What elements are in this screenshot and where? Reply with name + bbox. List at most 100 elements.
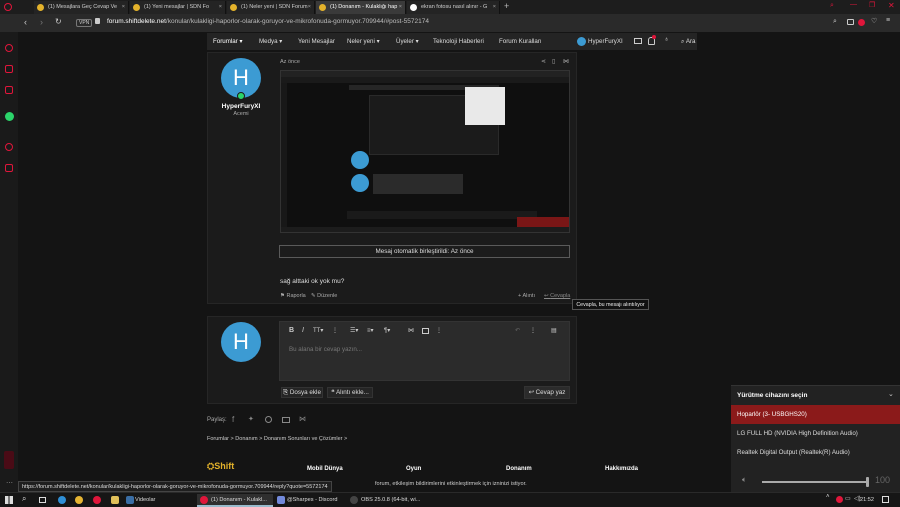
chrome-icon[interactable] (75, 496, 83, 504)
browser-menu-icon[interactable] (4, 3, 12, 11)
attach-file-button[interactable]: ⎘ Dosya ekle (281, 387, 323, 398)
image-icon[interactable] (422, 328, 429, 334)
heart-icon[interactable]: ♡ (871, 17, 877, 25)
twitter-icon[interactable]: ✦ (248, 415, 254, 423)
whatsapp-icon[interactable] (5, 112, 14, 121)
reply-button[interactable]: ↩ Cevapla (544, 293, 570, 299)
nav-item-kurallar[interactable]: Forum Kuralları (499, 38, 542, 45)
edge-icon[interactable] (58, 496, 66, 504)
link-icon[interactable]: ⋈ (563, 58, 569, 65)
font-size-icon[interactable]: TT▾ (313, 327, 323, 334)
report-link[interactable]: ⚑ Raporla (280, 293, 306, 299)
breadcrumb-item[interactable]: Donanım Sorunları ve Çözümler (264, 436, 343, 442)
bag-icon[interactable] (5, 65, 13, 73)
reload-icon[interactable]: ↻ (55, 17, 62, 26)
taskbar-app-obs[interactable]: OBS 25.0.8 (64-bit, wi... (361, 495, 420, 506)
close-icon[interactable]: × (219, 1, 222, 14)
paragraph-icon[interactable]: ¶▾ (384, 327, 390, 334)
speaker-icon[interactable]: 🔈︎ (742, 475, 747, 485)
breadcrumb-item[interactable]: Forumlar (207, 436, 229, 442)
volume-thumb[interactable] (866, 477, 869, 487)
post-reply-button[interactable]: ↩ Cevap yaz (524, 386, 570, 399)
search-icon[interactable]: ⌕ (22, 494, 26, 504)
tray-chevron-icon[interactable]: ˄ (826, 494, 830, 500)
chevron-down-icon[interactable]: ⌄ (888, 390, 894, 398)
twitch-icon[interactable] (5, 86, 13, 94)
align-icon[interactable]: ≡▾ (367, 327, 374, 334)
close-icon[interactable]: × (493, 1, 496, 14)
network-icon[interactable]: ▭ (845, 495, 851, 502)
post-username[interactable]: HyperFuryXI (207, 103, 275, 110)
post-time[interactable]: Az önce (280, 59, 300, 65)
search-tabs-icon[interactable]: ⌕ (830, 2, 834, 10)
preview-icon[interactable]: ▤ (551, 327, 557, 334)
vpn-badge[interactable]: VPN (76, 19, 93, 27)
obs-icon[interactable] (350, 496, 358, 504)
lightbulb-icon[interactable]: ♁ (664, 36, 669, 43)
minimize-icon[interactable]: — (850, 1, 857, 8)
search-icon[interactable]: ⌕ (833, 18, 837, 26)
forward-icon[interactable]: › (40, 17, 43, 27)
more-options-icon[interactable]: ⋮ (332, 327, 338, 334)
nav-item-teknoloji[interactable]: Teknoloji Haberleri (433, 38, 484, 45)
avatar[interactable] (577, 37, 586, 46)
whatsapp-icon[interactable] (265, 416, 272, 423)
maximize-icon[interactable]: ❐ (869, 1, 875, 9)
explorer-icon[interactable] (111, 496, 119, 504)
mail-icon[interactable] (634, 38, 642, 44)
list-icon[interactable]: ☰▾ (350, 327, 358, 334)
notification-icon[interactable] (882, 496, 889, 503)
opera-icon[interactable] (93, 496, 101, 504)
back-icon[interactable]: ‹ (24, 17, 27, 27)
breadcrumb-item[interactable]: Donanım (235, 436, 257, 442)
tab[interactable]: (1) Yeni mesajlar | SDN Fo × (130, 1, 226, 14)
menu-icon[interactable]: ≡ (886, 17, 890, 24)
task-view-icon[interactable] (39, 497, 46, 503)
facebook-icon[interactable]: f (232, 415, 234, 424)
nav-item-yeni-mesajlar[interactable]: Yeni Mesajlar (298, 38, 335, 45)
link-icon[interactable]: ⋈ (408, 327, 414, 334)
device-option[interactable]: LG FULL HD (NVIDIA High Definition Audio… (731, 424, 900, 443)
taskbar-app-discord[interactable]: @Sharpes - Discord (287, 495, 337, 506)
tab[interactable]: ekran fotosu nasıl alınır - G × (407, 1, 500, 14)
speed-dial-icon[interactable] (5, 44, 13, 52)
camera-icon[interactable] (847, 19, 854, 25)
tab-active[interactable]: (1) Donanım - Kulaklığı hap × (316, 1, 406, 14)
email-icon[interactable] (282, 417, 290, 423)
volume-slider[interactable] (762, 477, 869, 487)
link-icon[interactable]: ⋈ (299, 415, 306, 423)
discord-icon[interactable] (277, 496, 285, 504)
nav-item-forumlar[interactable]: Forumlar ▾ (213, 38, 243, 45)
bold-icon[interactable]: B (289, 327, 294, 334)
more-options-icon[interactable]: ⋮ (436, 327, 442, 334)
box-icon[interactable] (5, 164, 13, 172)
video-app-icon[interactable] (126, 496, 134, 504)
new-tab-button[interactable]: + (504, 1, 509, 11)
url-field[interactable]: forum.shiftdelete.net/konular/kulakligi-… (107, 18, 429, 25)
nav-item-uyeler[interactable]: Üyeler ▾ (396, 38, 419, 45)
close-icon[interactable]: × (122, 1, 125, 14)
taskbar-app-videolar[interactable]: Videolar (135, 495, 155, 506)
insert-quotes-button[interactable]: ❝ Alıntı ekle... (327, 387, 373, 398)
tray-app-icon[interactable] (836, 496, 843, 503)
reply-editor[interactable]: B I TT▾ ⋮ ☰▾ ≡▾ ¶▾ ⋈ ⋮ ↶ ⋮ ▤ Bu alana bi… (279, 321, 570, 381)
nav-username[interactable]: HyperFuryXI (588, 38, 623, 45)
close-icon[interactable]: × (308, 1, 311, 14)
more-icon[interactable]: ⋯ (6, 479, 13, 487)
more-options-icon[interactable]: ⋮ (530, 327, 536, 334)
player-icon[interactable] (4, 451, 14, 469)
nav-item-neler-yeni[interactable]: Neler yeni ▾ (347, 38, 380, 45)
edit-link[interactable]: ✎ Düzenle (311, 293, 337, 299)
attached-screenshot[interactable] (280, 70, 570, 233)
italic-icon[interactable]: I (302, 327, 304, 334)
quote-button[interactable]: + Alıntı (518, 293, 535, 299)
tab[interactable]: (1) Mesajlara Geç Cevap Ve × (34, 1, 129, 14)
close-icon[interactable]: × (399, 1, 402, 14)
undo-icon[interactable]: ↶ (515, 327, 520, 334)
close-window-icon[interactable]: ✕ (888, 1, 895, 10)
history-icon[interactable] (5, 143, 13, 151)
share-icon[interactable]: ⋖ (541, 58, 546, 65)
footer-logo[interactable]: ⛭Shift (207, 461, 234, 472)
shield-icon[interactable] (858, 19, 865, 26)
nav-item-medya[interactable]: Medya ▾ (259, 38, 282, 45)
